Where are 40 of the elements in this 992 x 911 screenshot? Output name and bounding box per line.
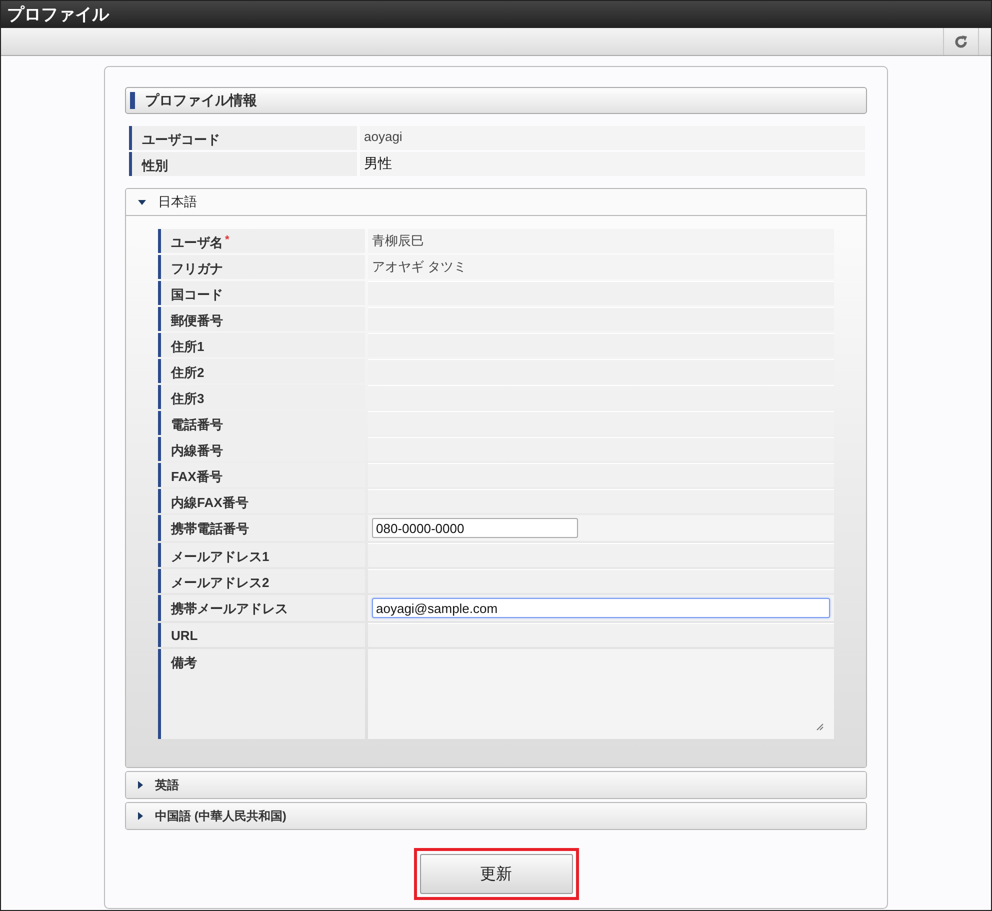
value-cell: aoyagi	[360, 126, 865, 150]
field-label: フリガナ	[171, 260, 223, 278]
field-label: 備考	[171, 654, 197, 672]
required-mark: *	[225, 234, 230, 246]
field-label: 住所3	[171, 390, 204, 408]
field-label: 性別	[142, 157, 168, 175]
field-label: 電話番号	[171, 416, 223, 434]
accent-bar	[130, 92, 135, 109]
accordion-header[interactable]: 中国語 (中華人民共和国)	[126, 803, 866, 829]
input-field[interactable]: aoyagi@sample.com	[372, 598, 830, 618]
field-label: 国コード	[171, 286, 223, 304]
field-label: ユーザ名	[171, 234, 223, 252]
caret-right-icon	[138, 781, 143, 789]
field-label: 携帯電話番号	[171, 520, 249, 538]
update-button[interactable]: 更新	[420, 854, 572, 894]
caret-right-icon	[138, 812, 143, 820]
field-label: 内線番号	[171, 442, 223, 460]
value-cell: 青柳辰巳	[368, 229, 834, 253]
remarks-field[interactable]	[368, 649, 834, 739]
caret-down-icon	[138, 200, 146, 204]
value-cell: 男性	[360, 152, 865, 176]
field-label: URL	[171, 628, 198, 643]
refresh-icon	[954, 34, 968, 48]
field-label: 住所2	[171, 364, 204, 382]
field-label: メールアドレス1	[171, 548, 270, 566]
window-title: プロファイル	[7, 4, 109, 26]
field-label: 内線FAX番号	[171, 494, 248, 512]
accordion-header[interactable]: 英語	[126, 772, 866, 798]
refresh-button[interactable]	[943, 28, 979, 55]
input-field[interactable]: 080-0000-0000	[372, 518, 578, 538]
field-label: FAX番号	[171, 468, 222, 486]
section-title: プロファイル情報	[145, 92, 257, 110]
field-label: 携帯メールアドレス	[171, 600, 288, 618]
value-cell: アオヤギ タツミ	[368, 255, 834, 279]
field-label: 郵便番号	[171, 312, 223, 330]
field-label: ユーザコード	[142, 131, 220, 149]
resize-grip-icon	[816, 723, 824, 731]
accordion-header[interactable]: 日本語	[126, 189, 866, 216]
field-label: メールアドレス2	[171, 574, 270, 592]
field-label: 住所1	[171, 338, 204, 356]
